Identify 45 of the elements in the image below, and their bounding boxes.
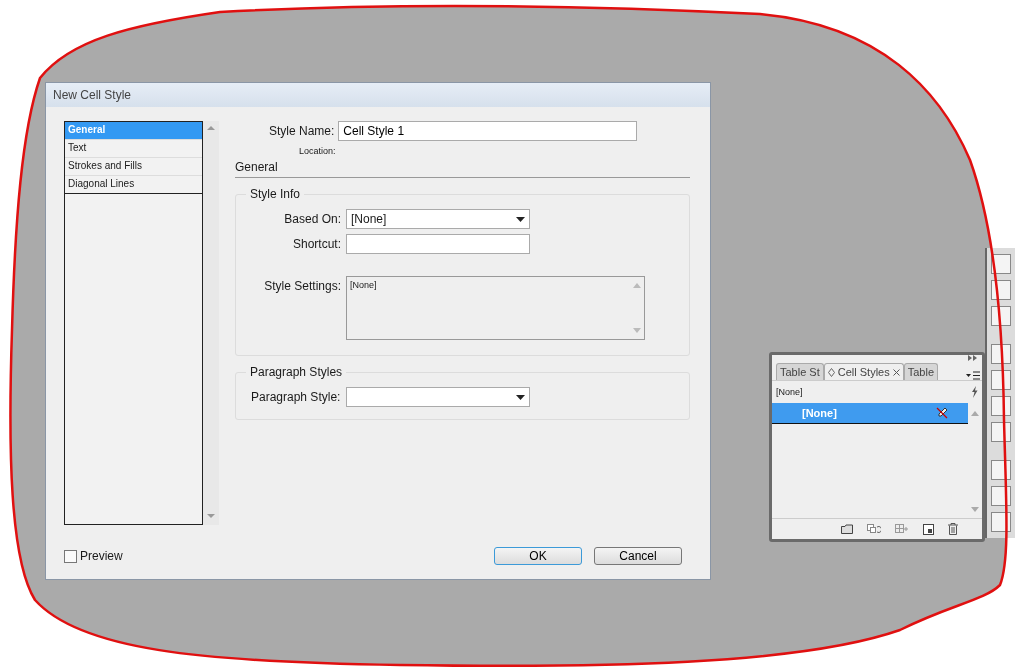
preview-checkbox[interactable] [64, 549, 77, 563]
dock-tool-icon[interactable] [991, 396, 1011, 416]
shortcut-field[interactable] [346, 234, 530, 254]
field-label: Paragraph Style: [250, 390, 341, 404]
collapse-icon[interactable] [968, 355, 978, 361]
reorder-icon [827, 367, 835, 377]
scroll-up-icon[interactable] [207, 125, 215, 131]
caret-icon [516, 394, 525, 400]
panel-tab[interactable]: Table St [776, 363, 824, 380]
scrollbar[interactable] [203, 121, 219, 525]
field-label: Style Settings: [263, 279, 341, 293]
category-item[interactable]: Text [65, 140, 202, 158]
panel-tab[interactable]: Cell Styles [823, 363, 904, 380]
caret-icon [516, 216, 525, 222]
scroll-down-icon[interactable] [207, 513, 215, 519]
menu-icon[interactable] [966, 371, 980, 380]
window-title: New Cell Style [46, 83, 710, 107]
panel-tab[interactable]: Table [903, 363, 938, 380]
dock-tool-icon[interactable] [991, 486, 1011, 506]
location-label: Location: [299, 146, 337, 156]
field-label: Style Name: [269, 124, 335, 138]
pencil-crossed-icon [936, 407, 948, 419]
settings-text: [None] [349, 279, 378, 292]
dock-tool-icon[interactable] [991, 460, 1011, 480]
current-style-text: [None] [776, 387, 803, 397]
style-name-field[interactable]: Cell Style 1 [338, 121, 638, 141]
folder-icon[interactable] [841, 524, 853, 534]
ok-button[interactable]: OK [494, 547, 582, 565]
new-style-icon[interactable] [923, 523, 934, 535]
section-title: General [235, 160, 690, 178]
lightning-icon[interactable] [971, 386, 978, 398]
cancel-button[interactable]: Cancel [594, 547, 682, 565]
category-item[interactable]: Strokes and Fills [65, 158, 202, 176]
clear-overrides-icon[interactable] [867, 524, 881, 534]
table-plus-icon[interactable] [895, 524, 909, 534]
based-on-dropdown[interactable]: [None] [346, 209, 530, 229]
paragraph-style-dropdown[interactable] [346, 387, 530, 407]
group-title: Paragraph Styles [246, 365, 347, 379]
close-icon[interactable] [892, 368, 900, 376]
field-label: Based On: [283, 212, 341, 226]
checkbox-label: Preview [80, 549, 123, 563]
trash-icon[interactable] [948, 523, 958, 535]
field-label: Shortcut: [291, 237, 341, 251]
group-title: Style Info [246, 187, 305, 201]
category-item[interactable]: Diagonal Lines [65, 176, 202, 194]
